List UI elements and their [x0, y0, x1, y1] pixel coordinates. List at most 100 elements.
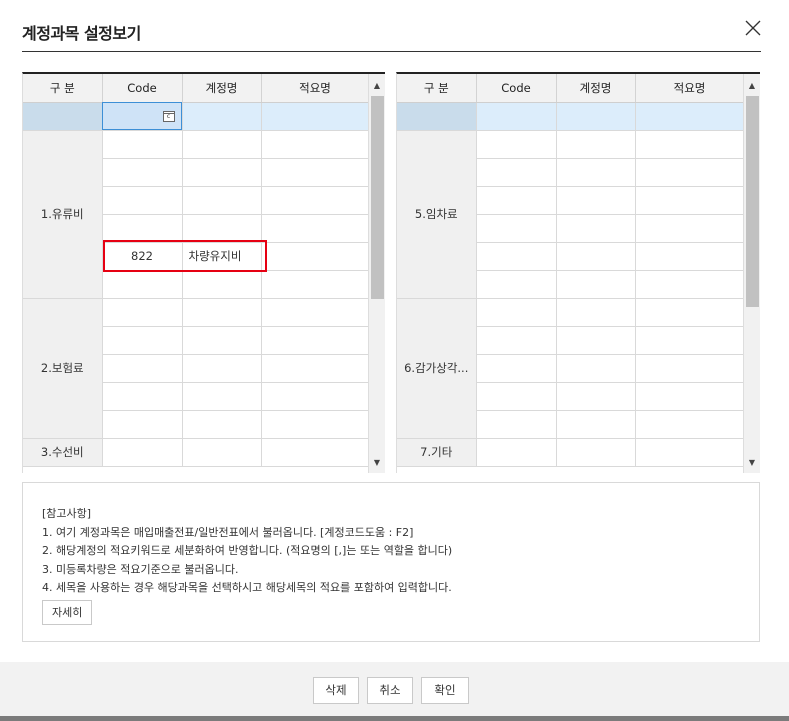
col-header-account-name[interactable]: 계정명 — [182, 74, 262, 103]
table-row[interactable] — [397, 102, 745, 131]
delete-button[interactable]: 삭제 — [313, 677, 359, 704]
group-cell[interactable]: 6.감가상각... — [397, 298, 477, 439]
code-cell[interactable] — [476, 270, 557, 299]
table-row[interactable]: 5.임차료 — [397, 130, 745, 299]
group-cell[interactable]: 1.유류비 — [23, 130, 103, 299]
code-cell[interactable] — [476, 242, 557, 271]
memo-cell[interactable] — [261, 298, 370, 327]
memo-cell[interactable] — [261, 410, 370, 439]
account-name-cell[interactable] — [182, 326, 262, 355]
code-cell[interactable] — [102, 186, 183, 215]
code-cell[interactable] — [476, 298, 557, 327]
code-cell[interactable] — [476, 382, 557, 411]
account-name-cell[interactable] — [182, 270, 262, 299]
memo-cell[interactable] — [635, 158, 745, 187]
account-name-cell[interactable] — [182, 438, 262, 467]
account-name-cell[interactable] — [556, 130, 636, 159]
code-cell[interactable] — [102, 354, 183, 383]
code-cell[interactable] — [476, 354, 557, 383]
close-icon[interactable] — [744, 19, 762, 37]
memo-cell[interactable] — [261, 102, 370, 131]
code-cell[interactable] — [476, 214, 557, 243]
memo-cell[interactable] — [261, 130, 370, 159]
account-name-cell[interactable] — [556, 326, 636, 355]
code-cell[interactable] — [476, 186, 557, 215]
code-cell[interactable] — [476, 410, 557, 439]
memo-cell[interactable] — [635, 354, 745, 383]
memo-cell[interactable] — [635, 102, 745, 131]
memo-cell[interactable] — [261, 242, 370, 271]
col-header-code[interactable]: Code — [476, 74, 557, 103]
account-name-cell[interactable] — [182, 102, 262, 131]
account-name-cell[interactable] — [556, 298, 636, 327]
left-vertical-scrollbar[interactable]: ▲ ▼ — [368, 74, 385, 473]
table-row[interactable]: 7.기타 — [397, 438, 745, 467]
col-header-code[interactable]: Code — [102, 74, 183, 103]
col-header-group[interactable]: 구 분 — [397, 74, 477, 103]
account-name-cell[interactable] — [182, 158, 262, 187]
account-name-cell[interactable] — [182, 382, 262, 411]
scroll-thumb[interactable] — [371, 96, 384, 299]
memo-cell[interactable] — [635, 270, 745, 299]
account-name-cell[interactable] — [556, 242, 636, 271]
code-cell[interactable] — [476, 130, 557, 159]
memo-cell[interactable] — [261, 326, 370, 355]
code-cell[interactable] — [102, 382, 183, 411]
account-name-cell[interactable] — [556, 382, 636, 411]
table-row[interactable]: 2.보험료 — [23, 298, 370, 439]
cancel-button[interactable]: 취소 — [367, 677, 413, 704]
detail-button[interactable]: 자세히 — [42, 599, 93, 625]
account-name-cell[interactable] — [182, 298, 262, 327]
group-cell[interactable] — [397, 102, 477, 131]
code-cell[interactable] — [102, 270, 183, 299]
account-name-cell[interactable] — [182, 130, 262, 159]
table-row[interactable]: 3.수선비 — [23, 438, 370, 467]
code-cell[interactable] — [102, 438, 183, 467]
memo-cell[interactable] — [635, 298, 745, 327]
code-cell[interactable] — [102, 298, 183, 327]
group-cell[interactable]: 2.보험료 — [23, 298, 103, 439]
account-name-cell[interactable] — [182, 410, 262, 439]
memo-cell[interactable] — [635, 382, 745, 411]
col-header-account-name[interactable]: 계정명 — [556, 74, 636, 103]
col-header-memo-name[interactable]: 적요명 — [635, 74, 745, 103]
memo-cell[interactable] — [635, 214, 745, 243]
code-cell[interactable] — [102, 158, 183, 187]
account-name-cell[interactable] — [182, 186, 262, 215]
code-cell[interactable] — [102, 214, 183, 243]
table-row[interactable]: c — [23, 102, 370, 131]
memo-cell[interactable] — [635, 130, 745, 159]
group-cell[interactable] — [23, 102, 103, 131]
memo-cell[interactable] — [635, 438, 745, 467]
memo-cell[interactable] — [261, 382, 370, 411]
col-header-group[interactable]: 구 분 — [23, 74, 103, 103]
account-name-cell[interactable] — [182, 354, 262, 383]
scroll-down-icon[interactable]: ▼ — [744, 455, 760, 471]
memo-cell[interactable] — [261, 186, 370, 215]
scroll-thumb[interactable] — [746, 96, 759, 307]
account-name-cell[interactable] — [182, 214, 262, 243]
code-cell[interactable] — [476, 102, 557, 131]
calendar-icon[interactable]: c — [162, 110, 175, 122]
memo-cell[interactable] — [261, 354, 370, 383]
group-cell[interactable]: 5.임차료 — [397, 130, 477, 299]
account-name-cell[interactable] — [556, 410, 636, 439]
memo-cell[interactable] — [635, 186, 745, 215]
col-header-memo-name[interactable]: 적요명 — [261, 74, 370, 103]
code-cell[interactable] — [102, 410, 183, 439]
memo-cell[interactable] — [261, 158, 370, 187]
table-row[interactable]: 6.감가상각... — [397, 298, 745, 439]
account-name-cell[interactable] — [556, 158, 636, 187]
code-cell[interactable] — [476, 158, 557, 187]
memo-cell[interactable] — [261, 438, 370, 467]
memo-cell[interactable] — [635, 410, 745, 439]
account-name-cell[interactable] — [556, 186, 636, 215]
scroll-down-icon[interactable]: ▼ — [369, 455, 385, 471]
account-name-cell[interactable] — [556, 354, 636, 383]
confirm-button[interactable]: 확인 — [421, 677, 469, 704]
memo-cell[interactable] — [635, 242, 745, 271]
code-cell[interactable] — [102, 130, 183, 159]
code-cell[interactable] — [476, 326, 557, 355]
group-cell[interactable]: 7.기타 — [397, 438, 477, 467]
code-cell[interactable] — [476, 438, 557, 467]
